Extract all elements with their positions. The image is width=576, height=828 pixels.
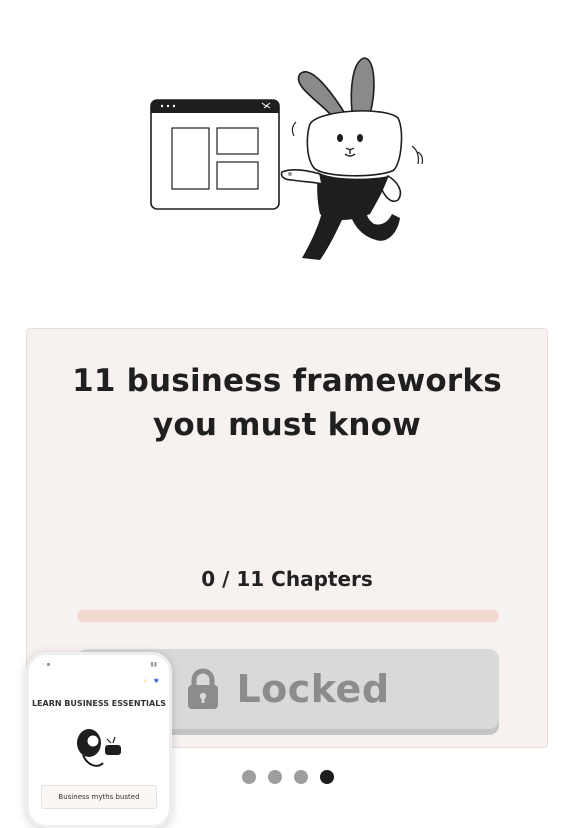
pagination-dot-4[interactable] <box>320 770 334 784</box>
rabbit-drawing <box>280 57 424 260</box>
pagination-dot-2[interactable] <box>268 770 282 784</box>
course-title: 11 business frameworks you must know <box>27 359 547 447</box>
chapters-progress-text: 0 / 11 Chapters <box>201 567 373 591</box>
phone-heading: LEARN BUSINESS ESSENTIALS <box>31 699 167 708</box>
phone-top-bar: ⚡ ♥ <box>29 673 169 689</box>
phone-signal-icon: ◦ ▪ <box>41 660 51 668</box>
pagination-dot-3[interactable] <box>294 770 308 784</box>
locked-label: Locked <box>236 667 390 711</box>
hero-illustration <box>0 0 576 320</box>
phone-status-bar: ◦ ▪ ▮▮ <box>29 655 169 673</box>
course-title-line-1: 11 business frameworks <box>72 363 502 399</box>
phone-battery-icon: ▮▮ <box>150 660 157 668</box>
rabbit-presenting-illustration <box>150 57 424 260</box>
pagination-dots <box>242 770 334 784</box>
lock-icon <box>188 668 219 709</box>
phone-character-illustration <box>77 729 121 767</box>
phone-bolt-icon: ⚡ <box>143 677 148 685</box>
course-title-line-2: you must know <box>152 407 422 443</box>
phone-heart-icon: ♥ <box>153 677 159 685</box>
phone-list-item[interactable]: Business myths busted <box>41 785 157 809</box>
browser-window-drawing <box>150 99 280 210</box>
chapters-progress-bar <box>77 610 499 622</box>
pagination-dot-1[interactable] <box>242 770 256 784</box>
phone-preview: ◦ ▪ ▮▮ ⚡ ♥ LEARN BUSINESS ESSENTIALS Bus… <box>26 652 172 828</box>
